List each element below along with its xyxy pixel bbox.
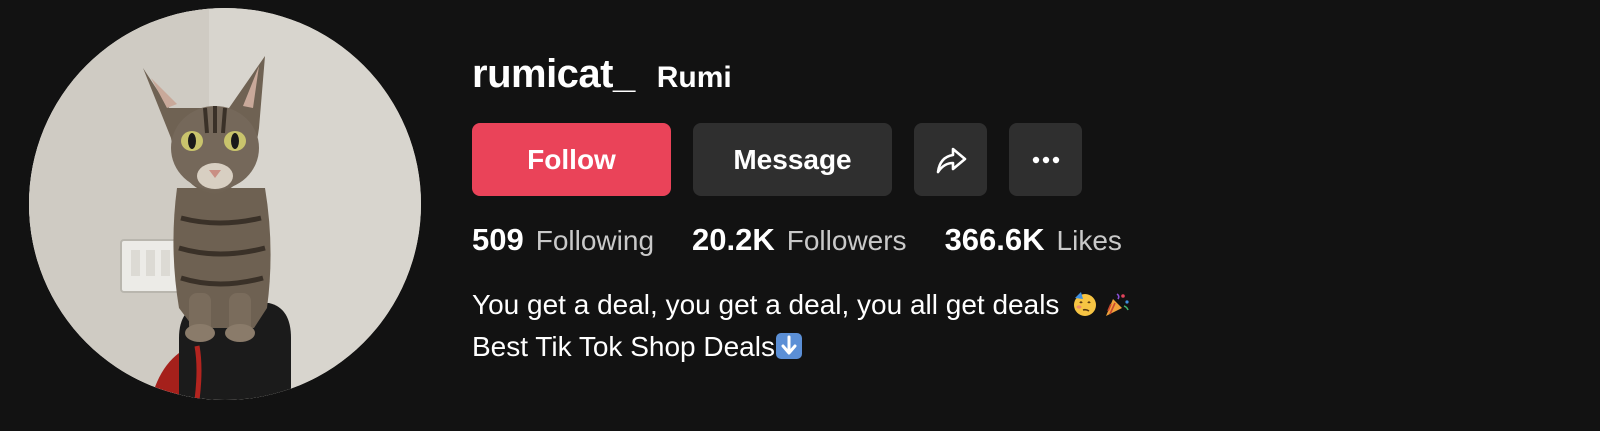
username: rumicat_ xyxy=(472,52,635,96)
likes-stat: 366.6K Likes xyxy=(945,222,1122,258)
bio-line-2: Best Tik Tok Shop Deals xyxy=(472,328,1131,370)
profile-info: rumicat_ Rumi Follow Message 509 Followi… xyxy=(472,52,1129,362)
name-row: rumicat_ Rumi xyxy=(472,52,732,100)
profile-header: rumicat_ Rumi Follow Message 509 Followi… xyxy=(0,0,1600,431)
following-stat[interactable]: 509 Following xyxy=(472,222,654,258)
partying-face-emoji-icon xyxy=(1071,290,1099,328)
party-popper-emoji-icon xyxy=(1103,290,1131,328)
display-name: Rumi xyxy=(656,61,732,94)
more-dots-icon xyxy=(1032,156,1059,163)
followers-stat[interactable]: 20.2K Followers xyxy=(692,222,907,258)
down-arrow-emoji-icon xyxy=(775,332,803,370)
following-count: 509 xyxy=(472,222,524,257)
share-button[interactable] xyxy=(914,123,987,196)
profile-stats: 509 Following 20.2K Followers 366.6K Lik… xyxy=(472,222,1160,258)
followers-label: Followers xyxy=(786,225,907,256)
likes-count: 366.6K xyxy=(944,222,1045,257)
following-label: Following xyxy=(535,225,655,256)
bio-line-2-text: Best Tik Tok Shop Deals xyxy=(472,331,775,362)
more-button[interactable] xyxy=(1009,123,1082,196)
bio-line-1: You get a deal, you get a deal, you all … xyxy=(472,286,1131,328)
bio-line-1-text: You get a deal, you get a deal, you all … xyxy=(472,289,1060,320)
avatar-cat-photo xyxy=(29,8,421,400)
follow-button[interactable]: Follow xyxy=(472,123,671,196)
avatar[interactable] xyxy=(29,8,421,400)
likes-label: Likes xyxy=(1056,225,1122,256)
bio: You get a deal, you get a deal, you all … xyxy=(472,286,1131,370)
share-arrow-icon xyxy=(936,147,966,173)
message-button[interactable]: Message xyxy=(693,123,892,196)
followers-count: 20.2K xyxy=(692,222,775,257)
action-buttons: Follow Message xyxy=(472,123,1082,196)
